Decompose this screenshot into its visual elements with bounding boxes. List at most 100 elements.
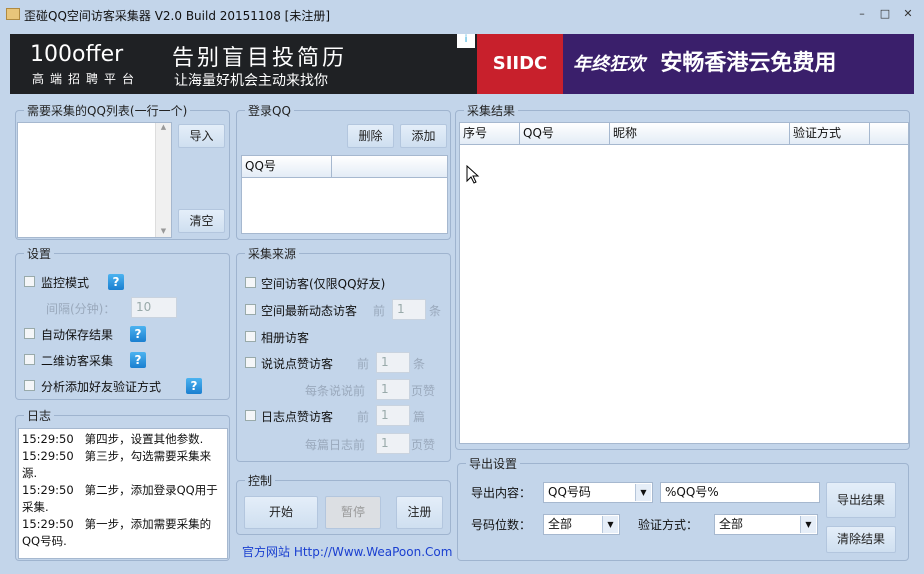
group-label: 导出设置 (466, 455, 521, 472)
results-table[interactable]: 序号 QQ号 昵称 验证方式 (459, 122, 909, 444)
export-content-select[interactable]: QQ号码 ▼ (543, 482, 653, 503)
column-header-empty (870, 123, 908, 145)
group-label: 采集来源 (245, 245, 300, 262)
ad-siidc-logo[interactable]: SIIDC (477, 34, 563, 94)
export-format-input[interactable]: %QQ号% (660, 482, 820, 503)
log-entry: 15:29:50 第三步，勾选需要采集来源. (22, 449, 212, 480)
clear-list-button[interactable]: 清空 (178, 209, 225, 233)
log-entry: 15:29:50 第二步，添加登录QQ用于采集. (22, 483, 218, 514)
shuo-checkbox[interactable] (245, 357, 256, 368)
selected-value: 全部 (719, 517, 744, 531)
ad-headline: 告别盲目投简历 (172, 46, 348, 71)
start-button[interactable]: 开始 (244, 496, 318, 529)
log-entry: 15:29:50 第一步，添加需要采集的QQ号码. (22, 517, 212, 548)
minimize-button[interactable]: – (856, 8, 868, 20)
help-icon[interactable]: ? (130, 326, 146, 342)
export-results-button[interactable]: 导出结果 (826, 482, 896, 518)
maximize-button[interactable]: □ (879, 8, 891, 20)
settings-group: 设置 监控模式 ? 间隔(分钟)： 10 自动保存结果 ? 二维访客采集 ? 分… (15, 245, 230, 400)
latest-spinner[interactable]: 1 (392, 299, 426, 320)
monitor-mode-label: 监控模式 (41, 276, 90, 290)
pian-label: 篇 (413, 410, 426, 424)
ad-100offer[interactable]: 100offer 高端招聘平台 告别盲目投简历 让海量好机会主动来找你 (10, 34, 477, 94)
ad-banner[interactable]: 100offer 高端招聘平台 告别盲目投简历 让海量好机会主动来找你 i SI… (10, 34, 914, 94)
group-label: 需要采集的QQ列表(一行一个) (24, 102, 191, 119)
analyze-checkbox[interactable] (24, 380, 35, 391)
login-qq-group: 登录QQ 删除 添加 QQ号 (236, 102, 451, 240)
tiao-label: 条 (429, 304, 442, 318)
ad-brand: 100offer (30, 42, 124, 67)
register-button[interactable]: 注册 (396, 496, 443, 529)
app-icon (6, 8, 20, 20)
visitor-checkbox[interactable] (245, 277, 256, 288)
column-header-qq[interactable]: QQ号 (242, 156, 332, 178)
close-button[interactable]: ✕ (902, 8, 914, 20)
ad-info-icon[interactable]: i (457, 34, 475, 48)
per-shuo-spinner[interactable]: 1 (376, 379, 410, 400)
latest-checkbox[interactable] (245, 304, 256, 315)
latest-label: 空间最新动态访客 (261, 304, 358, 318)
ad-slogan: 年终狂欢 (573, 54, 645, 75)
log-box[interactable]: 15:29:50 第四步，设置其他参数. 15:29:50 第三步，勾选需要采集… (18, 428, 228, 559)
shuo-spinner[interactable]: 1 (376, 352, 410, 373)
second-degree-label: 二维访客采集 (41, 354, 114, 368)
scrollbar[interactable]: ▲ ▼ (155, 123, 171, 237)
title-bar: 歪碰QQ空间访客采集器 V2.0 Build 20151108 [未注册] – … (0, 0, 924, 30)
clear-results-button[interactable]: 清除结果 (826, 526, 896, 553)
column-header-verify[interactable]: 验证方式 (790, 123, 870, 145)
delete-button[interactable]: 删除 (347, 124, 394, 148)
control-group: 控制 开始 暂停 注册 (236, 472, 451, 535)
group-label: 采集结果 (464, 102, 519, 119)
export-content-label: 导出内容： (471, 486, 532, 500)
monitor-mode-checkbox[interactable] (24, 276, 35, 287)
album-label: 相册访客 (261, 331, 310, 345)
column-header-qq[interactable]: QQ号 (520, 123, 610, 145)
per-shuo-label: 每条说说前 (305, 384, 366, 398)
ad-sub: 让海量好机会主动来找你 (174, 73, 328, 89)
selected-value: QQ号码 (548, 485, 591, 499)
window-title: 歪碰QQ空间访客采集器 V2.0 Build 20151108 [未注册] (24, 9, 331, 23)
help-icon[interactable]: ? (130, 352, 146, 368)
column-header-index[interactable]: 序号 (460, 123, 520, 145)
verify-label: 验证方式： (638, 518, 699, 532)
log-group: 日志 15:29:50 第四步，设置其他参数. 15:29:50 第三步，勾选需… (15, 407, 230, 561)
column-header-nickname[interactable]: 昵称 (610, 123, 790, 145)
ad-headline2: 安畅香港云免费用 (660, 51, 837, 76)
verify-select[interactable]: 全部 ▼ (714, 514, 818, 535)
chevron-down-icon: ▼ (800, 516, 816, 533)
qian-label: 前 (357, 357, 370, 371)
group-label: 登录QQ (245, 102, 294, 119)
import-button[interactable]: 导入 (178, 124, 225, 148)
qq-list-group: 需要采集的QQ列表(一行一个) ▲ ▼ 导入 清空 (15, 102, 230, 240)
website-link[interactable]: 官方网站 Http://Www.WeaPoon.Com (242, 543, 452, 560)
chevron-down-icon: ▼ (635, 484, 651, 501)
second-degree-checkbox[interactable] (24, 354, 35, 365)
add-button[interactable]: 添加 (400, 124, 447, 148)
help-icon[interactable]: ? (186, 378, 202, 394)
per-blog-spinner[interactable]: 1 (376, 433, 410, 454)
group-label: 设置 (24, 245, 55, 262)
blog-checkbox[interactable] (245, 410, 256, 421)
ad-siidc[interactable]: 年终狂欢 安畅香港云免费用 (563, 34, 914, 94)
per-blog-label: 每篇日志前 (305, 438, 366, 452)
mouse-cursor-icon (466, 165, 480, 184)
interval-spinner[interactable]: 10 (131, 297, 177, 318)
digits-select[interactable]: 全部 ▼ (543, 514, 620, 535)
blog-spinner[interactable]: 1 (376, 405, 410, 426)
pause-button[interactable]: 暂停 (325, 496, 381, 529)
chevron-down-icon: ▼ (602, 516, 618, 533)
qq-list-textarea[interactable]: ▲ ▼ (17, 122, 172, 238)
source-group: 采集来源 空间访客(仅限QQ好友) 空间最新动态访客 前 1 条 相册访客 说说… (236, 245, 451, 462)
tiao-label: 条 (413, 357, 426, 371)
ad-brand-sub: 高端招聘平台 (32, 72, 141, 86)
autosave-checkbox[interactable] (24, 328, 35, 339)
analyze-label: 分析添加好友验证方式 (41, 380, 162, 394)
blog-label: 日志点赞访客 (261, 410, 334, 424)
help-icon[interactable]: ? (108, 274, 124, 290)
ye-label: 页赞 (411, 438, 436, 452)
qian-label: 前 (357, 410, 370, 424)
login-table[interactable]: QQ号 (241, 155, 448, 234)
group-label: 日志 (24, 407, 55, 424)
album-checkbox[interactable] (245, 331, 256, 342)
interval-label: 间隔(分钟)： (46, 302, 116, 316)
